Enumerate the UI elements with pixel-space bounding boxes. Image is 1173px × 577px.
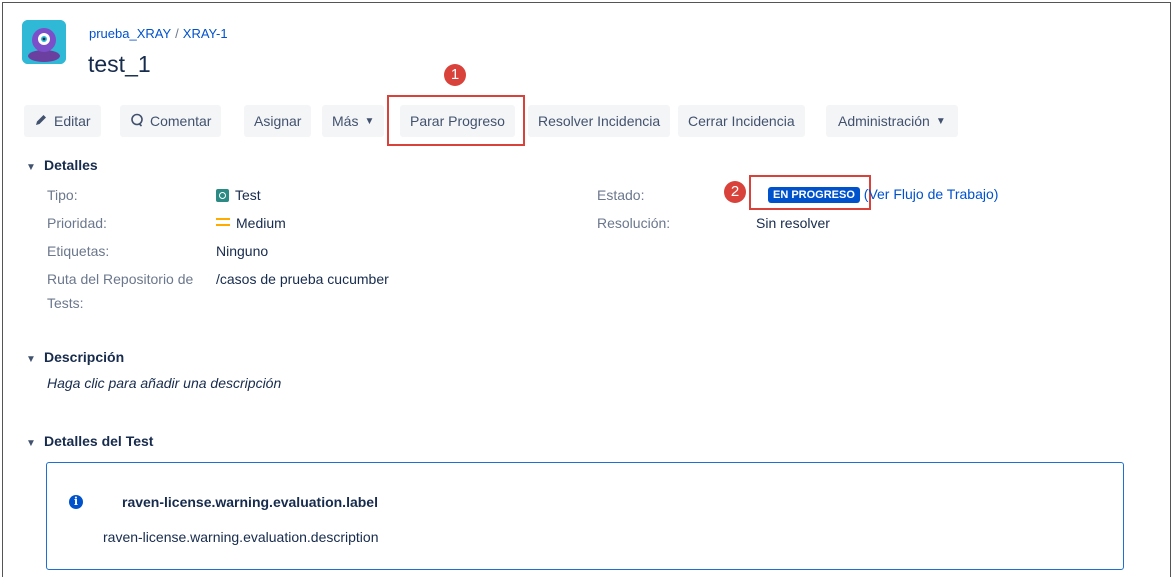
chevron-down-icon: ▼: [364, 116, 375, 128]
administration-button-label: Administración: [838, 113, 930, 129]
status-value: EN PROGRESO (Ver Flujo de Trabajo): [768, 186, 998, 203]
info-icon: i: [69, 495, 83, 509]
description-section-toggle[interactable]: ▼ Descripción: [26, 349, 124, 365]
license-warning-description: raven-license.warning.evaluation.descrip…: [103, 529, 379, 545]
description-placeholder[interactable]: Haga clic para añadir una descripción: [47, 375, 281, 391]
type-label: Tipo:: [47, 187, 78, 203]
description-heading: Descripción: [44, 349, 125, 365]
license-warning-title: raven-license.warning.evaluation.label: [122, 494, 378, 510]
comment-button[interactable]: Comentar: [120, 105, 222, 138]
callout-box-stop-progress: [387, 95, 525, 146]
chevron-down-icon: ▼: [26, 162, 36, 173]
type-value: Test: [216, 187, 261, 203]
type-value-text: Test: [235, 187, 261, 203]
comment-button-label: Comentar: [150, 113, 212, 129]
breadcrumb: prueba_XRAY / XRAY-1: [89, 26, 228, 41]
repository-path-label: Ruta del Repositorio de Tests:: [47, 271, 193, 311]
assign-button[interactable]: Asignar: [244, 105, 312, 137]
chevron-down-icon: ▼: [26, 438, 36, 449]
repository-path-label-line2: Tests:: [47, 295, 84, 311]
callout-badge-1: 1: [444, 64, 466, 86]
test-details-heading: Detalles del Test: [44, 433, 154, 449]
priority-value: Medium: [216, 215, 286, 231]
project-avatar[interactable]: [22, 20, 66, 64]
details-section-toggle[interactable]: ▼ Detalles: [26, 157, 98, 173]
more-button-label: Más: [332, 113, 359, 129]
edit-button-label: Editar: [54, 113, 91, 129]
chevron-down-icon: ▼: [935, 116, 946, 128]
repository-path-value: /casos de prueba cucumber: [216, 271, 389, 287]
chevron-down-icon: ▼: [26, 354, 36, 365]
breadcrumb-separator: /: [175, 26, 179, 41]
workflow-link[interactable]: (Ver Flujo de Trabajo): [864, 186, 999, 202]
robot-icon: [22, 20, 66, 64]
priority-medium-icon: [216, 218, 230, 226]
resolution-label: Resolución:: [597, 215, 671, 231]
details-heading: Detalles: [44, 157, 98, 173]
breadcrumb-project-link[interactable]: prueba_XRAY: [89, 26, 171, 41]
license-warning-panel: i raven-license.warning.evaluation.label…: [46, 462, 1124, 570]
resolve-issue-button[interactable]: Resolver Incidencia: [528, 105, 671, 137]
status-lozenge: EN PROGRESO: [768, 187, 860, 203]
breadcrumb-issue-link[interactable]: XRAY-1: [183, 26, 228, 41]
comment-icon: [130, 106, 144, 138]
pencil-icon: [34, 106, 48, 138]
labels-label: Etiquetas:: [47, 243, 110, 259]
test-type-icon: [216, 189, 229, 202]
repository-path-label-line1: Ruta del Repositorio de: [47, 271, 194, 287]
edit-button[interactable]: Editar: [24, 105, 101, 137]
callout-badge-2: 2: [724, 181, 746, 203]
labels-value: Ninguno: [216, 243, 269, 259]
priority-value-text: Medium: [236, 215, 286, 231]
resolution-value: Sin resolver: [756, 215, 830, 231]
more-button[interactable]: Más ▼: [322, 105, 385, 137]
issue-title[interactable]: test_1: [88, 51, 151, 78]
administration-button[interactable]: Administración ▼: [826, 105, 958, 137]
close-issue-button[interactable]: Cerrar Incidencia: [678, 105, 805, 137]
priority-label: Prioridad:: [47, 215, 107, 231]
test-details-section-toggle[interactable]: ▼ Detalles del Test: [26, 433, 153, 449]
status-label: Estado:: [597, 187, 645, 203]
